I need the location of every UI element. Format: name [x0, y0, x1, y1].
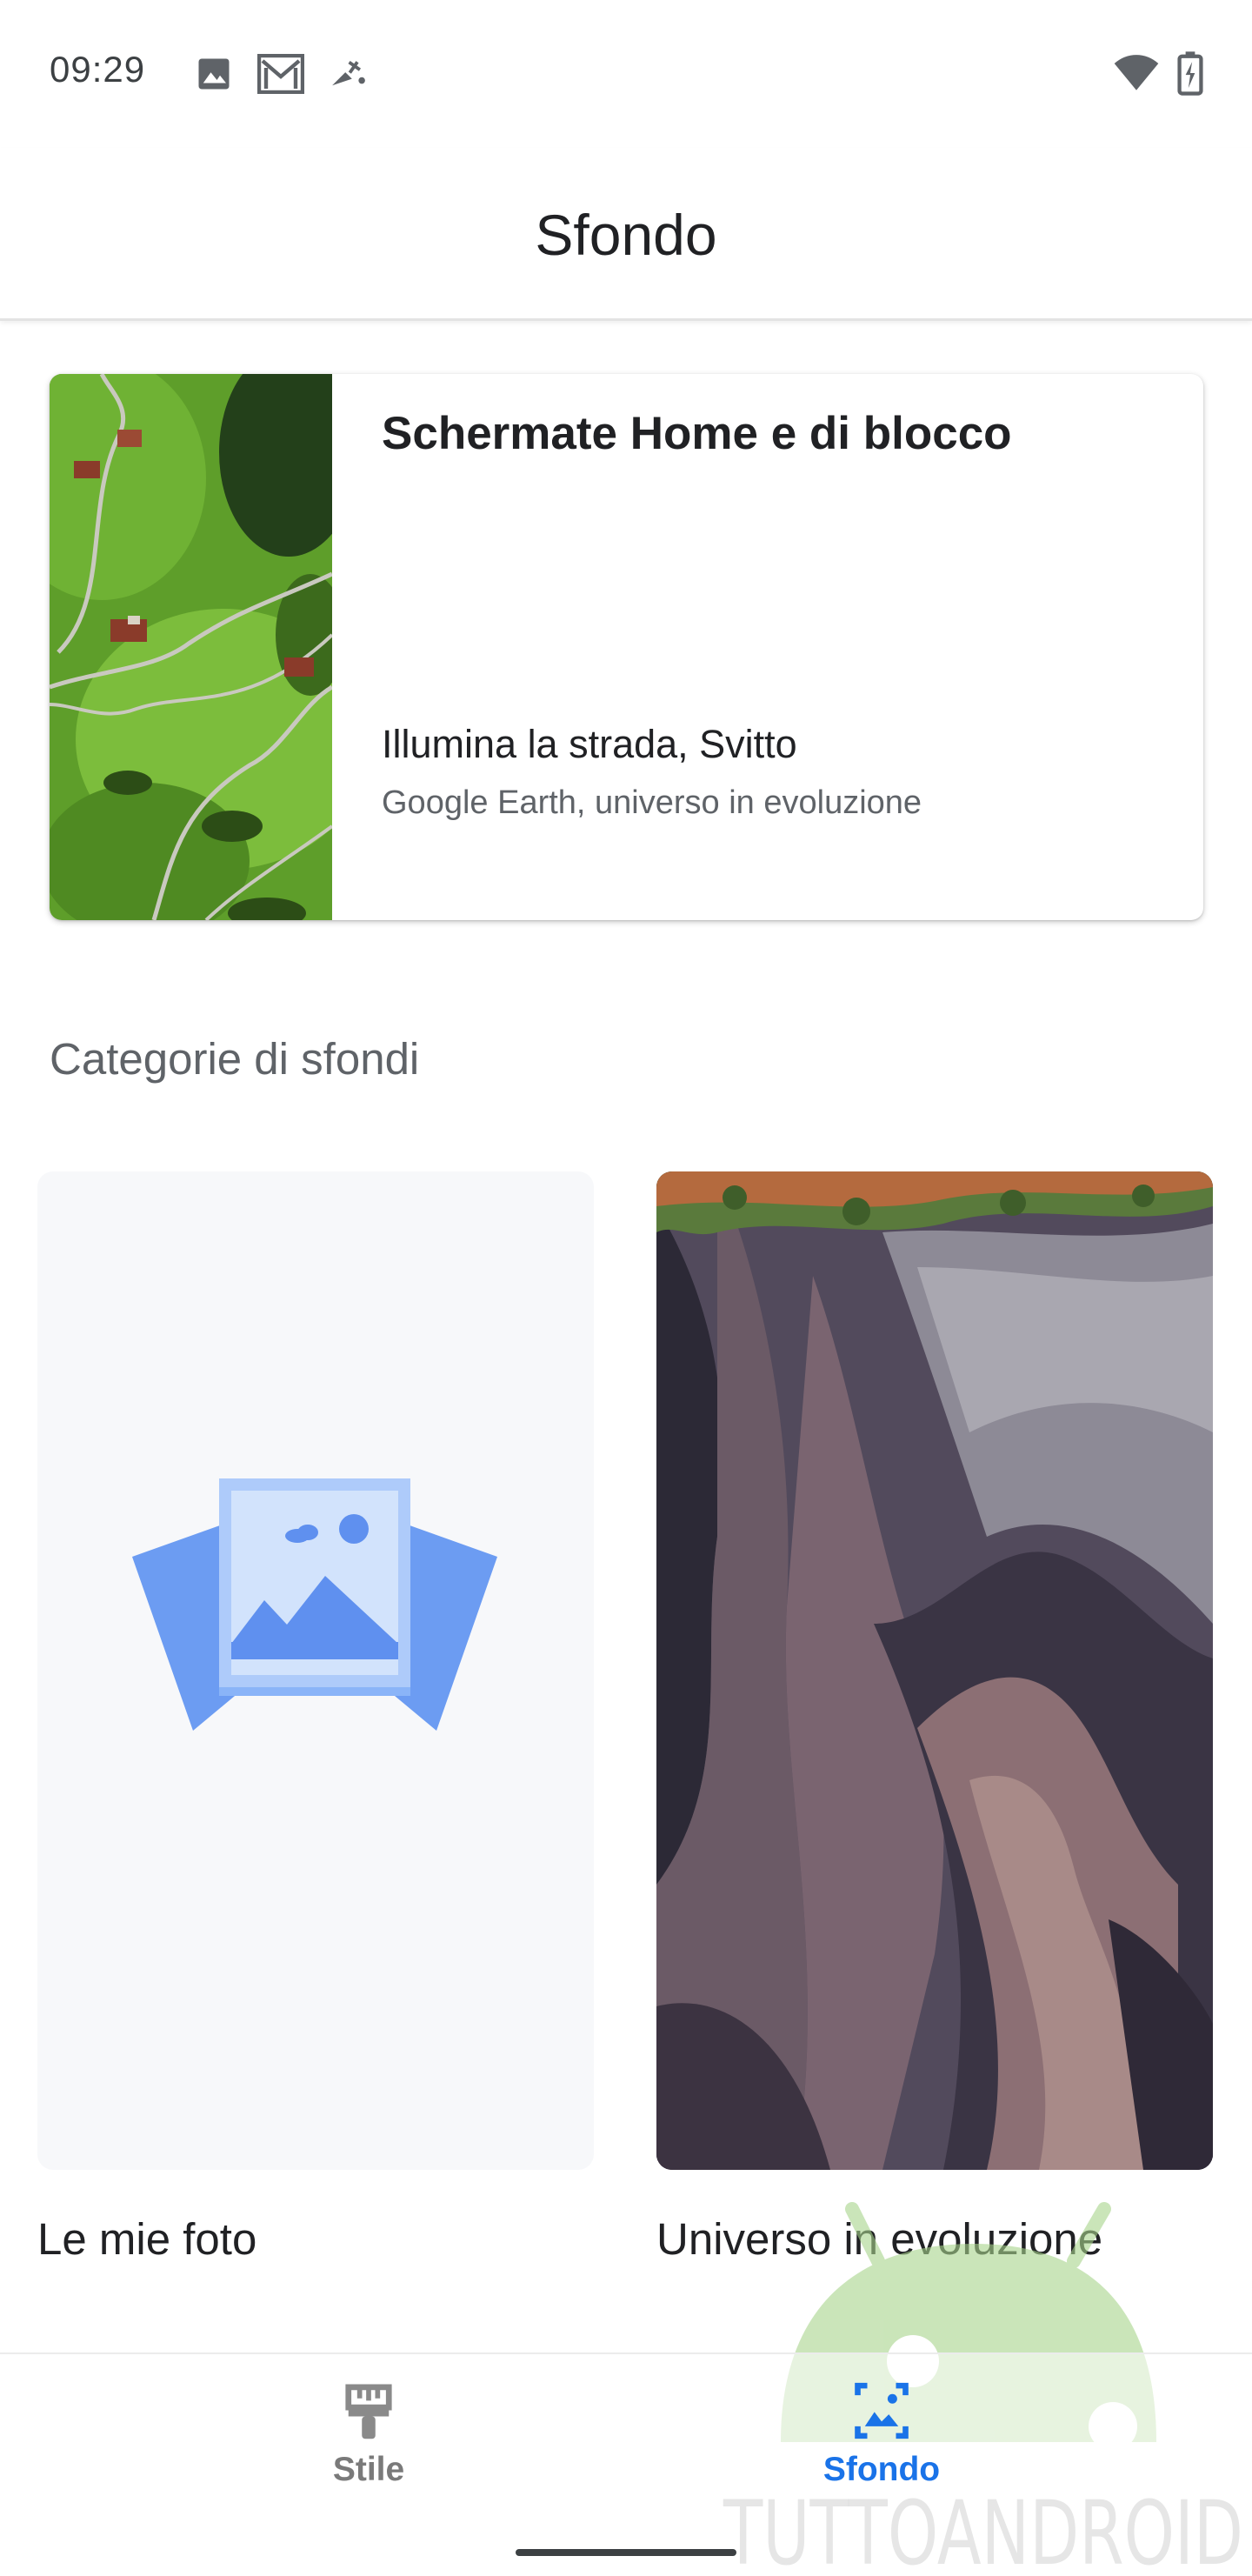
category-universe-in-evolution[interactable] — [656, 1171, 1213, 2170]
current-wallpaper-heading: Schermate Home e di blocco — [382, 408, 1012, 459]
status-bar: 09:29 — [0, 0, 1252, 148]
nav-label-stile: Stile — [332, 2451, 405, 2488]
bottom-navigation: Stile Sfondo — [0, 2352, 1252, 2576]
category-label-universe-in-evolution: Universo in evoluzione — [656, 2214, 1103, 2264]
current-wallpaper-attribution: Google Earth, universo in evoluzione — [382, 784, 922, 821]
current-wallpaper-thumbnail — [50, 374, 332, 920]
current-wallpaper-card[interactable]: Schermate Home e di blocco Illumina la s… — [50, 374, 1203, 920]
page-title: Sfondo — [535, 203, 717, 267]
image-icon — [198, 58, 230, 90]
app-bar: Sfondo — [0, 148, 1252, 321]
my-photos-icon — [132, 1478, 497, 1731]
nav-label-sfondo: Sfondo — [822, 2451, 941, 2488]
gesture-home-bar[interactable] — [516, 2549, 736, 2556]
gmail-icon — [257, 54, 304, 94]
current-wallpaper-name: Illumina la strada, Svitto — [382, 722, 797, 766]
categories-section-title: Categorie di sfondi — [50, 1034, 420, 1084]
nav-tab-sfondo[interactable]: Sfondo — [751, 2380, 1012, 2489]
wifi-icon — [1114, 55, 1159, 90]
category-label-my-photos: Le mie foto — [37, 2214, 257, 2264]
battery-charging-icon — [1177, 51, 1203, 96]
nav-tab-stile[interactable]: Stile — [238, 2380, 499, 2489]
category-my-photos[interactable] — [37, 1171, 594, 2170]
brush-icon — [345, 2384, 392, 2439]
rock-formation-photo — [656, 1171, 1213, 2170]
wallpaper-icon — [855, 2382, 909, 2439]
satellite-icon — [332, 61, 365, 86]
status-time: 09:29 — [50, 49, 146, 90]
